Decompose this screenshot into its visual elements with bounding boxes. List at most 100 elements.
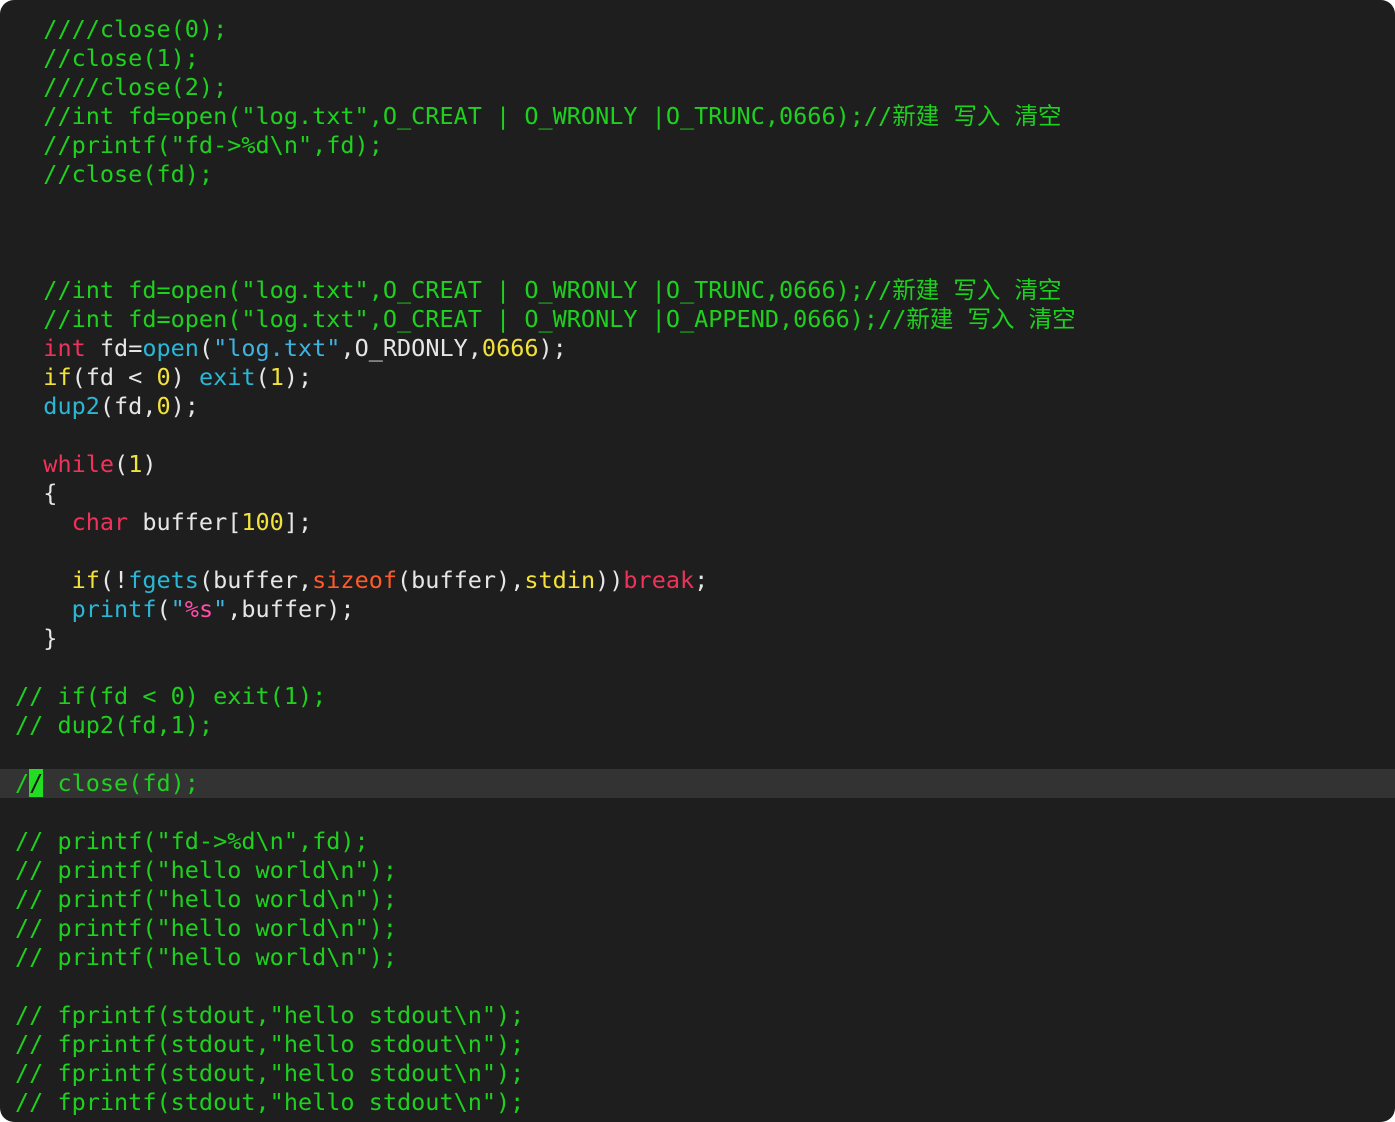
code-token-comment: // printf("hello world\n"); (15, 856, 398, 884)
code-token-comment: // printf("fd->%d\n",fd); (15, 827, 369, 855)
code-line[interactable] (0, 421, 1395, 450)
code-token-plain: buffer[ (128, 508, 242, 536)
code-line[interactable]: // fprintf(stdout,"hello stdout\n"); (0, 1059, 1395, 1088)
code-line[interactable] (0, 537, 1395, 566)
code-line[interactable]: dup2(fd,0); (0, 392, 1395, 421)
code-line[interactable] (0, 189, 1395, 218)
code-line[interactable]: if(fd < 0) exit(1); (0, 363, 1395, 392)
code-token-comment: // if(fd < 0) exit(1); (15, 682, 327, 710)
code-token-comment: close(fd); (43, 769, 199, 797)
code-line[interactable]: // printf("fd->%d\n",fd); (0, 827, 1395, 856)
code-token-number: 0 (156, 392, 171, 420)
code-token-comment: // dup2(fd,1); (15, 711, 214, 739)
code-editor[interactable]: ////close(0); //close(1); ////close(2); … (0, 0, 1395, 1122)
code-token-comment: ////close(0); (15, 15, 228, 43)
code-token-string: " (170, 595, 185, 623)
code-token-comment: // fprintf(stdout,"hello stdout\n"); (15, 1088, 525, 1116)
code-line[interactable] (0, 247, 1395, 276)
code-line[interactable]: //int fd=open("log.txt",O_CREAT | O_WRON… (0, 102, 1395, 131)
code-line[interactable]: //close(fd); (0, 160, 1395, 189)
code-token-plain: (buffer), (397, 566, 525, 594)
code-token-comment: //printf("fd->%d\n",fd); (15, 131, 383, 159)
code-token-comment: //close(fd); (15, 160, 214, 188)
code-token-string: "log.txt" (213, 334, 341, 362)
code-line[interactable]: printf("%s",buffer); (0, 595, 1395, 624)
code-line[interactable]: // printf("hello world\n"); (0, 943, 1395, 972)
code-token-comment: // printf("hello world\n"); (15, 885, 398, 913)
code-token-plain: )) (595, 566, 624, 594)
code-token-plain: ); (538, 334, 567, 362)
code-token-plain: ( (156, 595, 171, 623)
code-token-number: 0 (156, 363, 171, 391)
code-line[interactable]: // printf("hello world\n"); (0, 914, 1395, 943)
code-line[interactable]: ////close(0); (0, 15, 1395, 44)
code-token-plain: fd= (85, 334, 143, 362)
code-token-plain: ,buffer); (227, 595, 355, 623)
code-token-comment: / (15, 769, 30, 797)
code-line[interactable]: // fprintf(stdout,"hello stdout\n"); (0, 1001, 1395, 1030)
code-token-comment: // printf("hello world\n"); (15, 943, 398, 971)
code-token-comment: //int fd=open("log.txt",O_CREAT | O_WRON… (15, 102, 1062, 130)
code-line[interactable]: //close(1); (0, 44, 1395, 73)
code-token-function: dup2 (43, 392, 100, 420)
code-line[interactable]: // printf("hello world\n"); (0, 856, 1395, 885)
code-token-comment: //int fd=open("log.txt",O_CREAT | O_WRON… (15, 305, 1076, 333)
code-token-comment: //int fd=open("log.txt",O_CREAT | O_WRON… (15, 276, 1062, 304)
code-line[interactable]: // if(fd < 0) exit(1); (0, 682, 1395, 711)
code-line[interactable]: int fd=open("log.txt",O_RDONLY,0666); (0, 334, 1395, 363)
current-code-line[interactable]: // close(fd); (0, 769, 1395, 798)
code-line[interactable]: //int fd=open("log.txt",O_CREAT | O_WRON… (0, 276, 1395, 305)
code-token-format: %s (184, 595, 214, 623)
code-token-type: char (71, 508, 129, 536)
code-token-number: 0666 (481, 334, 539, 362)
code-line[interactable]: } (0, 624, 1395, 653)
code-token-plain: } (15, 624, 58, 652)
code-line[interactable]: char buffer[100]; (0, 508, 1395, 537)
code-token-conditional: if (71, 566, 100, 594)
code-line[interactable] (0, 218, 1395, 247)
code-token-stdin: stdin (524, 566, 596, 594)
code-token-function: open (142, 334, 199, 362)
code-line[interactable] (0, 798, 1395, 827)
code-token-number: 1 (128, 450, 143, 478)
code-line[interactable]: // fprintf(stdout,"hello stdout\n"); (0, 1030, 1395, 1059)
code-line[interactable]: // printf("hello world\n"); (0, 885, 1395, 914)
code-token-keyword: while (43, 450, 115, 478)
code-token-number: 100 (241, 508, 284, 536)
code-token-keyword: break (623, 566, 695, 594)
code-token-plain: ) (142, 450, 157, 478)
code-token-comment: // fprintf(stdout,"hello stdout\n"); (15, 1059, 525, 1087)
code-line[interactable]: { (0, 479, 1395, 508)
code-line[interactable] (0, 653, 1395, 682)
code-line[interactable] (0, 972, 1395, 1001)
code-line[interactable]: //printf("fd->%d\n",fd); (0, 131, 1395, 160)
code-token-string: " (213, 595, 228, 623)
code-line[interactable] (0, 740, 1395, 769)
code-line[interactable]: while(1) (0, 450, 1395, 479)
code-token-plain: ( (255, 363, 270, 391)
code-token-conditional: if (43, 363, 72, 391)
code-token-function: fgets (128, 566, 199, 594)
code-line[interactable]: ////close(2); (0, 73, 1395, 102)
code-token-plain: (buffer, (198, 566, 313, 594)
code-line[interactable]: if(!fgets(buffer,sizeof(buffer),stdin))b… (0, 566, 1395, 595)
code-line[interactable]: // dup2(fd,1); (0, 711, 1395, 740)
code-line[interactable]: // fprintf(stdout,"hello stdout\n"); (0, 1088, 1395, 1117)
code-token-function: printf (71, 595, 157, 623)
code-token-comment: // fprintf(stdout,"hello stdout\n"); (15, 1001, 525, 1029)
code-token-comment: // printf("hello world\n"); (15, 914, 398, 942)
text-cursor: / (29, 769, 44, 797)
code-line[interactable]: //int fd=open("log.txt",O_CREAT | O_WRON… (0, 305, 1395, 334)
code-token-plain: ); (283, 363, 313, 391)
code-token-plain: ); (170, 392, 199, 420)
code-token-function: exit (198, 363, 256, 391)
code-token-plain: ,O_RDONLY, (340, 334, 482, 362)
code-token-plain: ; (694, 566, 709, 594)
code-token-plain: ) (170, 363, 199, 391)
code-token-plain: (! (99, 566, 129, 594)
code-token-plain: ( (198, 334, 214, 362)
code-token-number: 1 (269, 363, 284, 391)
